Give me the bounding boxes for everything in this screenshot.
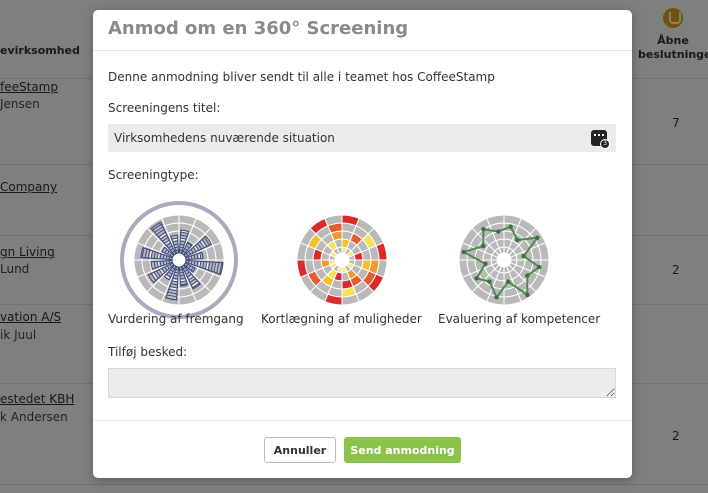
divider [93, 50, 632, 51]
divider [93, 420, 632, 421]
screening-title-label: Screeningens titel: [108, 101, 221, 115]
keyboard-badge: 3 [600, 139, 610, 149]
cancel-button[interactable]: Annuller [264, 437, 336, 463]
competences-wheel-icon [458, 214, 550, 306]
dialog-title: Anmod om en 360° Screening [108, 18, 409, 39]
screening-type-label: Screeningtype: [108, 168, 199, 182]
type-label-competences[interactable]: Evaluering af kompetencer [438, 312, 600, 326]
screening-title-input[interactable]: Virksomhedens nuværende situation [108, 124, 616, 152]
opportunities-wheel-icon [296, 214, 388, 306]
send-request-button[interactable]: Send anmodning [344, 437, 461, 463]
screening-request-dialog: Anmod om en 360° Screening Denne anmodni… [93, 10, 632, 478]
type-label-progress[interactable]: Vurdering af fremgang [108, 312, 244, 326]
keyboard-icon[interactable]: 3 [591, 130, 610, 149]
type-option-competences[interactable] [429, 200, 579, 330]
message-label: Tilføj besked: [108, 345, 188, 359]
type-option-opportunities[interactable] [267, 200, 417, 330]
message-textarea[interactable] [108, 368, 616, 398]
progress-wheel-icon [120, 201, 238, 319]
intro-text: Denne anmodning bliver sendt til alle i … [108, 70, 495, 84]
type-option-progress[interactable] [104, 200, 254, 330]
type-label-opportunities[interactable]: Kortlægning af muligheder [261, 312, 422, 326]
